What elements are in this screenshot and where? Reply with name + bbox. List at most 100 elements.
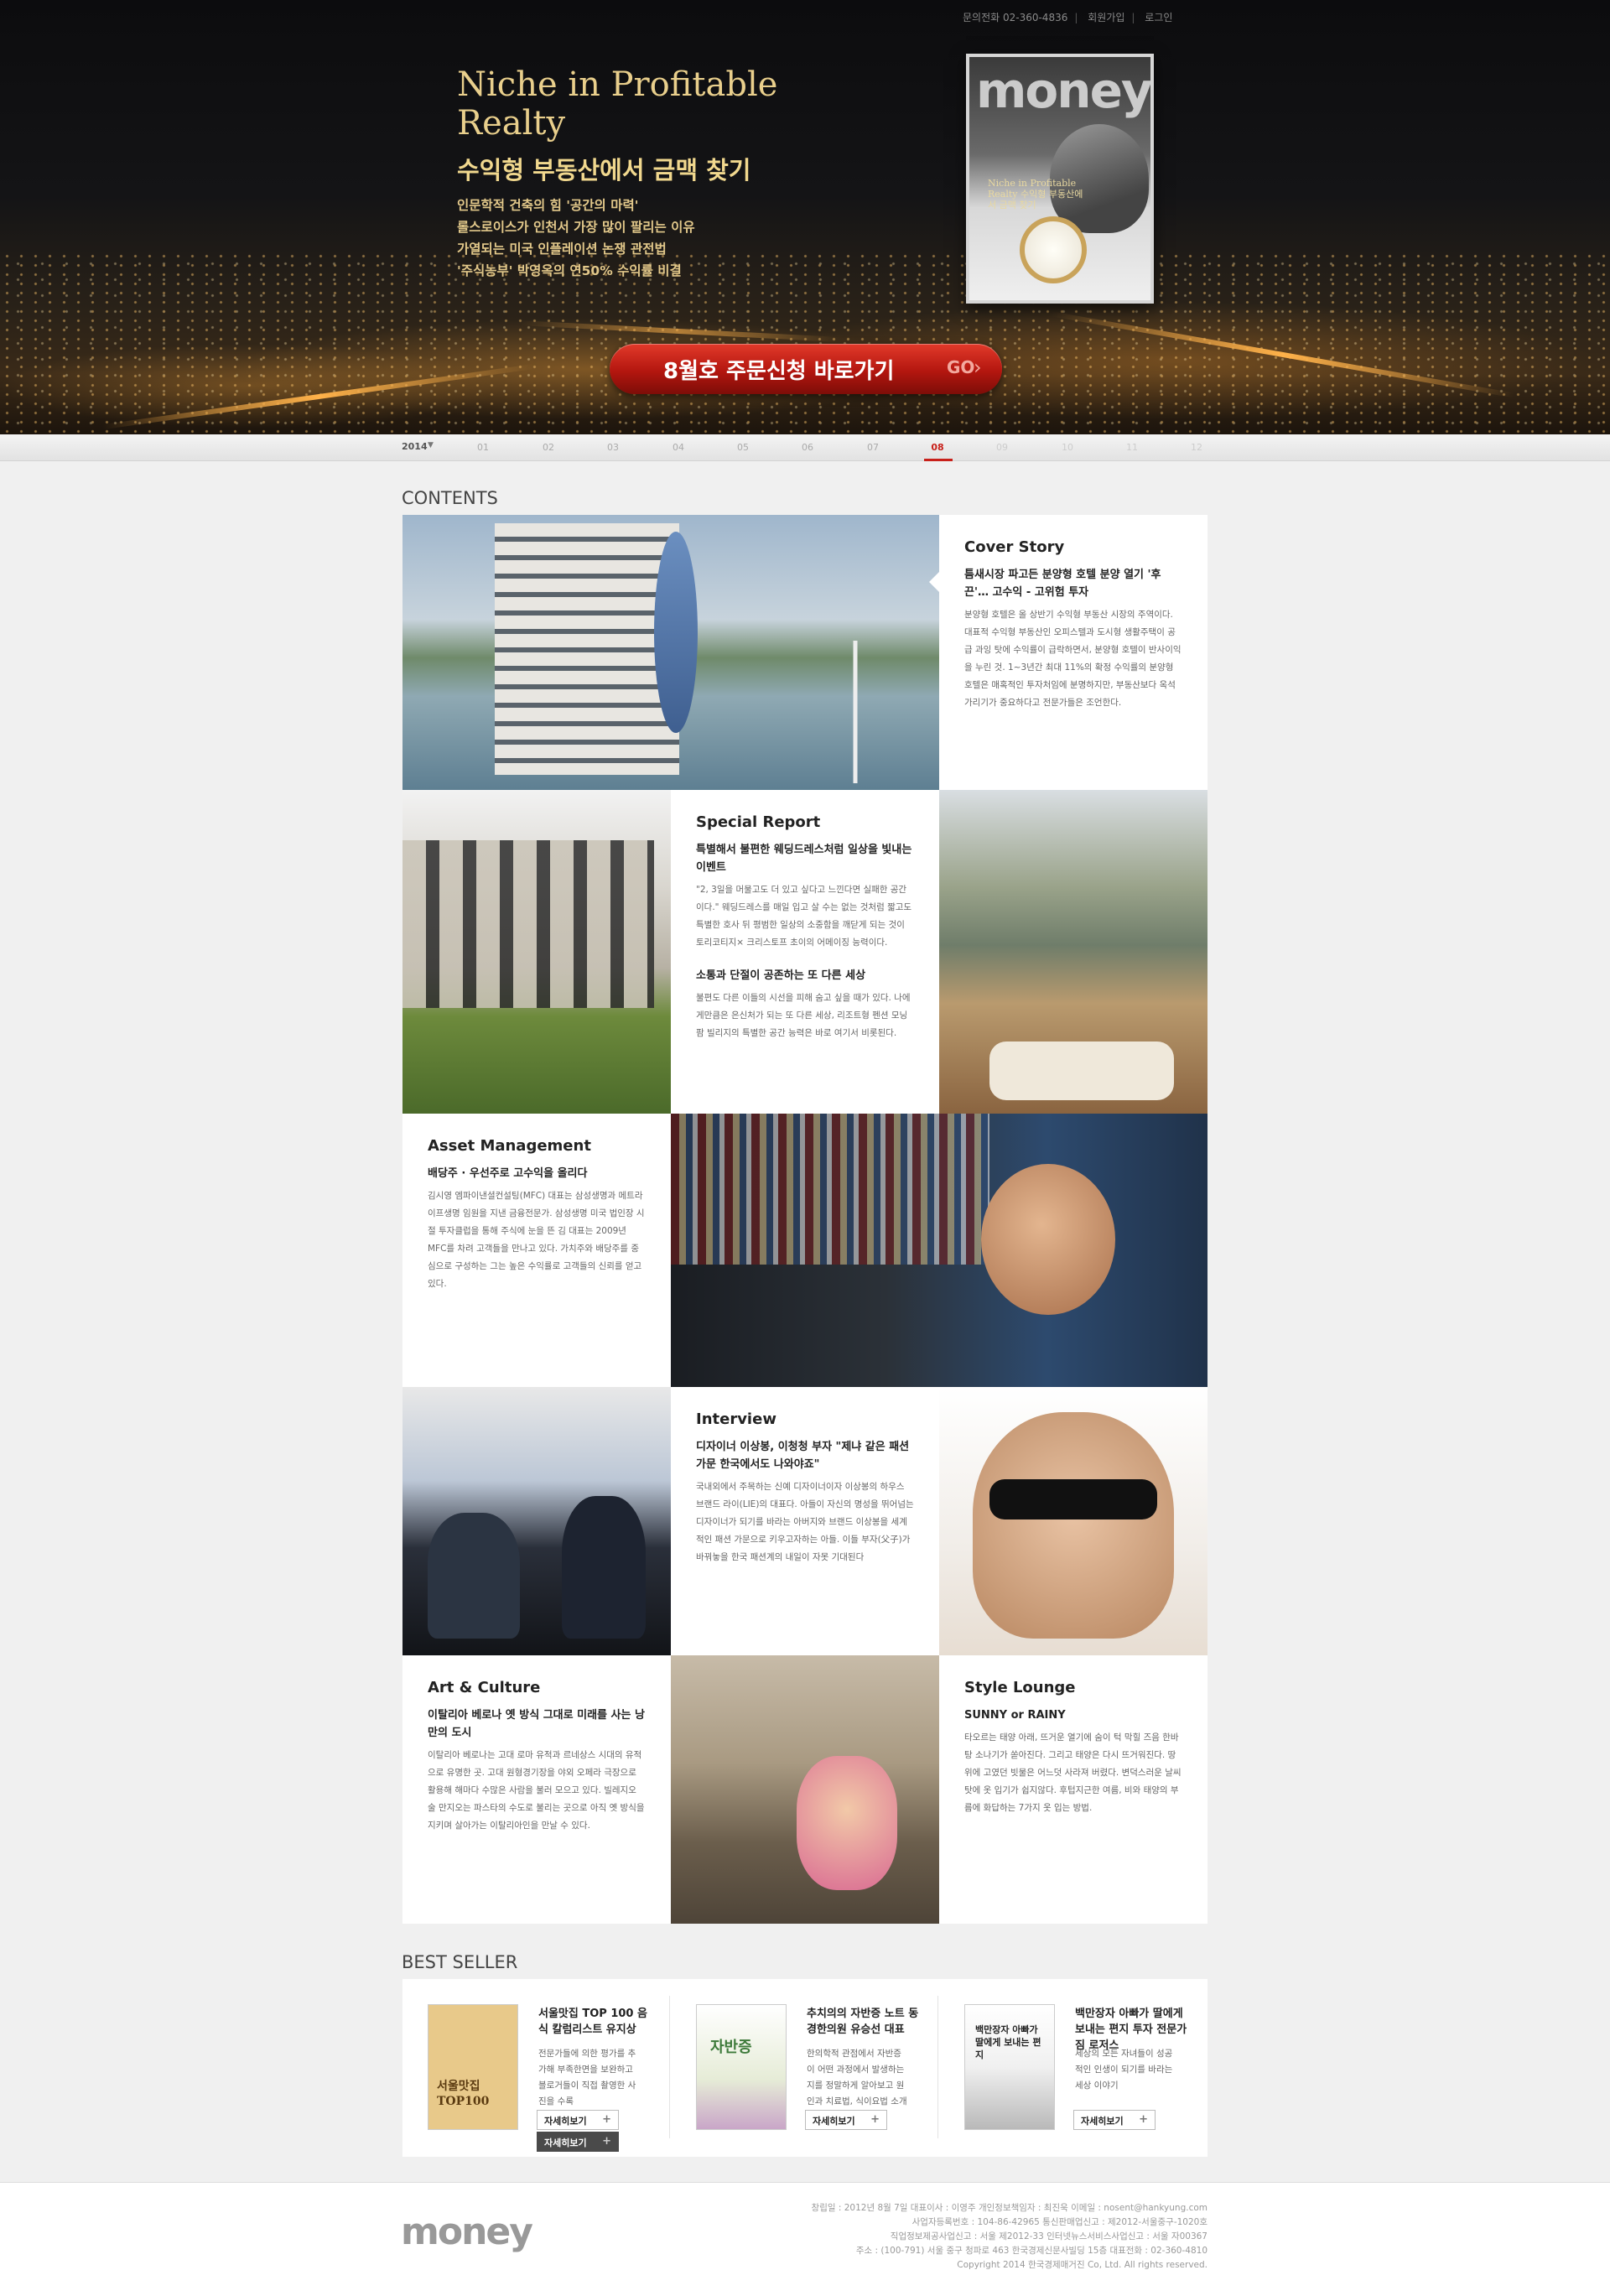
book-cover[interactable]: 서울맛집 TOP100 bbox=[428, 2004, 518, 2130]
month-tab[interactable]: 12 bbox=[1188, 442, 1205, 453]
cover-story-card[interactable]: Cover Story 틈새시장 파고든 분양형 호텔 분양 열기 '후끈'… … bbox=[939, 515, 1208, 790]
footer-logo[interactable]: money bbox=[401, 2213, 533, 2252]
bookshelf bbox=[671, 1114, 989, 1265]
order-button[interactable]: 8월호 주문신청 바로가기 GO › bbox=[610, 344, 1002, 394]
year-select[interactable]: 2014 bbox=[402, 441, 428, 452]
special-report-card[interactable]: Special Report 특별해서 불편한 웨딩드레스처럼 일상을 빛내는 … bbox=[671, 790, 939, 1114]
cover-headline: Niche in Profitable Realty 수익형 부동산에서 금맥 … bbox=[988, 178, 1083, 210]
month-tab[interactable]: 04 bbox=[670, 442, 687, 453]
book-description: 세상의 모든 자녀들이 성공적인 인생이 되기를 바라는 세상 이야기 bbox=[1075, 2049, 1173, 2091]
art-culture-photo[interactable] bbox=[671, 1655, 939, 1924]
order-button-label: 8월호 주문신청 바로가기 bbox=[663, 359, 895, 384]
month-tab[interactable]: 05 bbox=[735, 442, 751, 453]
detail-button-label: 자세히보기 bbox=[1081, 2116, 1124, 2127]
cover-story-body: 분양형 호텔은 올 상반기 수익형 부동산 시장의 주역이다. 대표적 수익형 … bbox=[964, 610, 1182, 708]
footer-info: 창립일 : 2012년 8월 7일 대표이사 : 이영주 개인정보책임자 : 최… bbox=[812, 2201, 1208, 2273]
book-cover[interactable]: 자반증 bbox=[696, 2004, 787, 2130]
go-label: GO bbox=[947, 357, 975, 377]
interview-photo-2[interactable] bbox=[939, 1387, 1208, 1655]
watch-image bbox=[1020, 216, 1087, 283]
child-figure bbox=[797, 1756, 897, 1890]
month-tab[interactable]: 11 bbox=[1124, 442, 1140, 453]
book-cover-title: 자반증 bbox=[710, 2039, 752, 2056]
contents-heading: CONTENTS bbox=[402, 488, 498, 508]
style-lounge-card[interactable]: Style Lounge SUNNY or RAINY 타오르는 태양 아래, … bbox=[939, 1655, 1208, 1924]
special-report-body-1: "2, 3일을 머물고도 더 있고 싶다고 느낀다면 실패한 공간이다." 웨딩… bbox=[696, 885, 912, 948]
month-tab[interactable]: 10 bbox=[1059, 442, 1076, 453]
interview-card[interactable]: Interview 디자이너 이상봉, 이청청 부자 "제냐 같은 패션 가문 … bbox=[671, 1387, 939, 1655]
book-item: 백만장자 아빠가 딸에게 보내는 편지 백만장자 아빠가 딸에게 보내는 편지 … bbox=[939, 2004, 1191, 2138]
art-culture-headline: 이탈리아 베로나 옛 방식 그대로 미래를 사는 낭만의 도시 bbox=[428, 1709, 645, 1739]
cover-logo: money bbox=[976, 62, 1151, 119]
special-report-headline-2: 소통과 단절이 공존하는 또 다른 세상 bbox=[696, 969, 866, 982]
hotel-facade-ornament bbox=[654, 532, 698, 733]
cover-story-photo[interactable] bbox=[402, 515, 939, 790]
art-culture-title: Art & Culture bbox=[428, 1679, 541, 1696]
book-description: 한의학적 관점에서 자반증이 어떤 과정에서 발생하는지를 정말하게 알아보고 … bbox=[807, 2049, 907, 2106]
person-left bbox=[428, 1513, 520, 1639]
special-report-photo-1[interactable] bbox=[402, 790, 671, 1114]
bestseller-heading: BEST SELLER bbox=[402, 1952, 518, 1972]
month-bar: 2014 ▼ 01 02 03 04 05 06 07 08 09 10 11 … bbox=[0, 434, 1610, 461]
special-report-photo-2[interactable] bbox=[939, 790, 1208, 1114]
cover-story-title: Cover Story bbox=[964, 538, 1065, 556]
detail-button-label: 자세히보기 bbox=[544, 2116, 587, 2127]
footer-line: 창립일 : 2012년 8월 7일 대표이사 : 이영주 개인정보책임자 : 최… bbox=[811, 2203, 1208, 2213]
stone-cottage bbox=[402, 840, 654, 1008]
asset-management-photo[interactable] bbox=[671, 1114, 1208, 1387]
detail-button[interactable]: 자세히보기 + bbox=[805, 2110, 887, 2130]
month-tab[interactable]: 03 bbox=[605, 442, 621, 453]
pointer-arrow bbox=[929, 1417, 939, 1437]
special-report-headline-1: 특별해서 불편한 웨딩드레스처럼 일상을 빛내는 이벤트 bbox=[696, 844, 912, 874]
art-culture-body: 이탈리아 베로나는 고대 로마 유적과 르네상스 시대의 유적으로 유명한 곳.… bbox=[428, 1750, 645, 1831]
divider bbox=[669, 1996, 670, 2138]
sofa bbox=[989, 1042, 1174, 1100]
month-tab[interactable]: 07 bbox=[865, 442, 881, 453]
special-report-body-2: 불편도 다른 이들의 시선을 피해 숨고 싶을 때가 있다. 나에게만큼은 은신… bbox=[696, 993, 911, 1038]
book-cover[interactable]: 백만장자 아빠가 딸에게 보내는 편지 bbox=[964, 2004, 1055, 2130]
pointer-arrow bbox=[929, 572, 939, 592]
month-tab[interactable]: 09 bbox=[994, 442, 1010, 453]
special-report-title: Special Report bbox=[696, 813, 821, 831]
contents-grid: Cover Story 틈새시장 파고든 분양형 호텔 분양 열기 '후끈'… … bbox=[402, 515, 1208, 1924]
month-tab[interactable]: 01 bbox=[475, 442, 491, 453]
detail-button-dark[interactable]: 자세히보기 + bbox=[537, 2132, 619, 2152]
model-face bbox=[973, 1412, 1174, 1639]
book-title: 추치의의 자반증 노트 동경한의원 유승선 대표 bbox=[807, 2008, 919, 2036]
login-link[interactable]: 로그인 bbox=[1145, 10, 1172, 24]
footer: money 창립일 : 2012년 8월 7일 대표이사 : 이영주 개인정보책… bbox=[0, 2182, 1610, 2296]
hero-point: 가열되는 미국 인플레이션 논쟁 관전법 bbox=[457, 242, 667, 257]
style-lounge-headline: SUNNY or RAINY bbox=[964, 1709, 1066, 1722]
detail-button[interactable]: 자세히보기 + bbox=[537, 2110, 619, 2130]
footer-line: 직업정보제공사업신고 : 서울 제2012-33 인터넷뉴스서비스사업신고 : … bbox=[890, 2231, 1208, 2241]
style-lounge-title: Style Lounge bbox=[964, 1679, 1076, 1696]
hero-banner: 문의전화 02-360-4836 | 회원가입 | 로그인 Niche in Pro… bbox=[0, 0, 1610, 434]
active-month-underline bbox=[924, 459, 953, 461]
hero-subtitle: 수익형 부동산에서 금맥 찾기 bbox=[457, 156, 751, 184]
hero-title: Niche in Profitable Realty bbox=[457, 65, 778, 143]
detail-button[interactable]: 자세히보기 + bbox=[1073, 2110, 1156, 2130]
phone-link[interactable]: 문의전화 02-360-4836 bbox=[963, 10, 1067, 24]
pointer-arrow bbox=[661, 1164, 671, 1184]
asset-management-headline: 배당주 · 우선주로 고수익을 올리다 bbox=[428, 1167, 588, 1180]
join-link[interactable]: 회원가입 bbox=[1088, 10, 1124, 24]
caret-down-icon: ▼ bbox=[428, 441, 434, 449]
interview-photo-1[interactable] bbox=[402, 1387, 671, 1655]
month-tab[interactable]: 06 bbox=[799, 442, 816, 453]
asset-management-card[interactable]: Asset Management 배당주 · 우선주로 고수익을 올리다 김시영… bbox=[402, 1114, 671, 1387]
book-title: 서울맛집 TOP 100 음식 칼럼리스트 유지상 bbox=[538, 2008, 647, 2036]
magazine-cover[interactable]: money Niche in Profitable Realty 수익형 부동산… bbox=[966, 54, 1154, 304]
top-nav: 문의전화 02-360-4836 | 회원가입 | 로그인 bbox=[963, 10, 1173, 24]
plus-icon: + bbox=[602, 2113, 611, 2126]
hero-points: 인문학적 건축의 힘 '공간의 마력' 롤스로이스가 인천서 가장 많이 팔리는… bbox=[457, 195, 695, 282]
footer-line: Copyright 2014 한국경제매거진 Co, Ltd. All righ… bbox=[957, 2260, 1208, 2270]
month-tab-active[interactable]: 08 bbox=[929, 442, 946, 453]
book-cover-title: 서울맛집 TOP100 bbox=[437, 2080, 490, 2108]
bestseller-panel: 서울맛집 TOP100 서울맛집 TOP 100 음식 칼럼리스트 유지상 전문… bbox=[402, 1979, 1208, 2157]
detail-button-label: 자세히보기 bbox=[813, 2116, 855, 2127]
art-culture-card[interactable]: Art & Culture 이탈리아 베로나 옛 방식 그대로 미래를 사는 낭… bbox=[402, 1655, 671, 1924]
plus-icon: + bbox=[870, 2113, 880, 2126]
month-tab[interactable]: 02 bbox=[540, 442, 557, 453]
pointer-arrow bbox=[929, 847, 939, 867]
interview-title: Interview bbox=[696, 1410, 776, 1428]
